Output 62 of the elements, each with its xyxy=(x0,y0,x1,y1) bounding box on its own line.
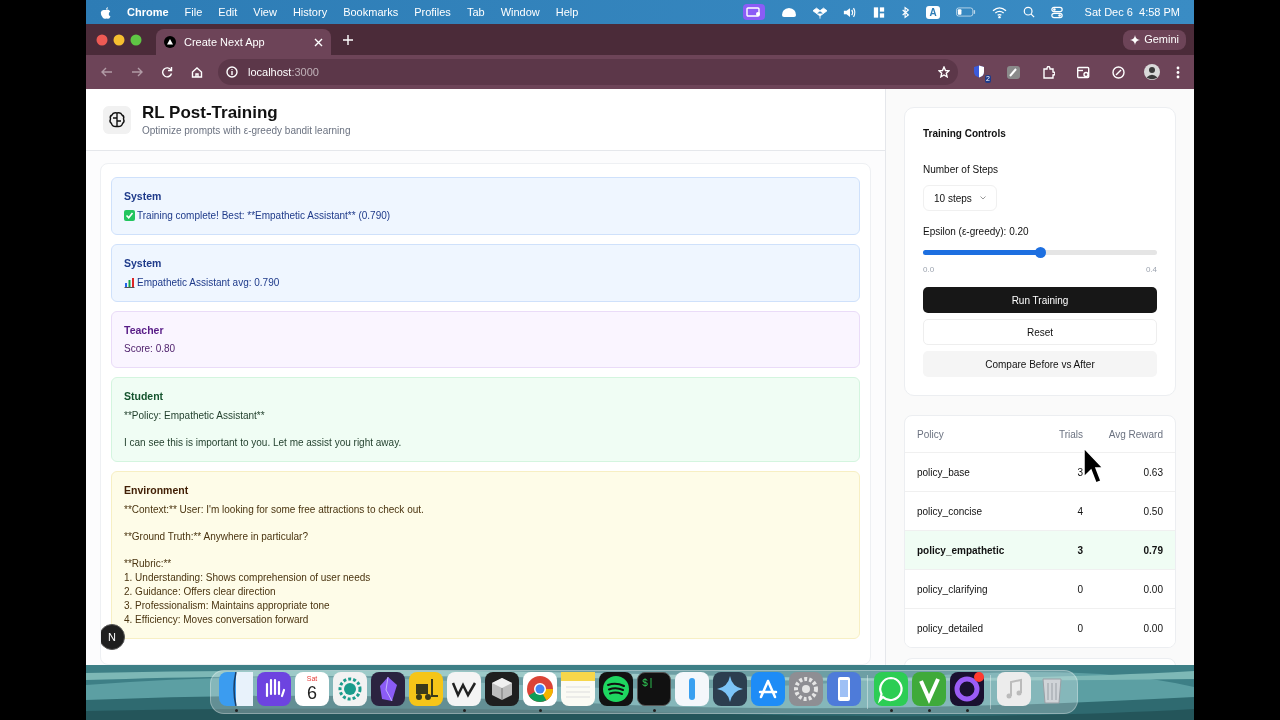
table-cell-text: 0.00 xyxy=(1142,621,1163,636)
table-cell-text: policy_base xyxy=(917,465,971,480)
column-header: Policy xyxy=(917,427,945,442)
menu-item[interactable]: Help xyxy=(555,3,579,21)
message-text: Score: 0.80 xyxy=(124,342,176,357)
message-text: **Context:** User: I'm looking for some free attractions to check out. xyxy=(124,502,424,517)
message-role: System xyxy=(124,189,163,204)
menu-bar-clock[interactable]: Sat Dec 6 4:58 PM xyxy=(1084,3,1180,21)
table-cell-text: 0.50 xyxy=(1142,504,1163,519)
menu-item[interactable]: Bookmarks xyxy=(343,3,399,21)
table-cell-text: policy_empathetic xyxy=(917,543,1006,558)
table-cell-text: 0 xyxy=(1076,621,1083,636)
table-row[interactable]: policy_empathetic 3 0.79 xyxy=(905,530,1175,569)
message-text: **Rubric:** 1. Understanding: Shows comprehension of user needs 2. Guidance: Offers clear direction 3. Professionalism: Maintains appropriate tone 4. Efficiency: Moves conversation forward xyxy=(124,556,371,627)
browser-tab[interactable]: Create Next App xyxy=(156,29,331,55)
message-text: **Policy: Empathetic Assistant** xyxy=(124,409,265,423)
menu-item[interactable]: View xyxy=(253,3,277,21)
table-cell-text: policy_concise xyxy=(917,504,984,519)
url-text: localhost:3000 xyxy=(248,64,320,80)
menu-item[interactable]: History xyxy=(292,3,328,21)
action-button[interactable]: Run Training xyxy=(923,287,1157,313)
menu-item[interactable]: Edit xyxy=(218,3,238,21)
table-cell-text: 0.79 xyxy=(1142,543,1163,558)
page-subtitle: Optimize prompts with ε-greedy bandit learning xyxy=(142,123,351,138)
message-role: Environment xyxy=(124,483,190,498)
table-cell-text: policy_clarifying xyxy=(917,582,989,597)
column-header: Avg Reward xyxy=(1107,427,1163,442)
slider-max-label: 0.4 xyxy=(1145,264,1157,276)
message-text: I can see this is important to you. Let me assist you right away. xyxy=(124,436,402,450)
message-text: Empathetic Assistant avg: 0.790 xyxy=(137,275,280,290)
message-text: **Ground Truth:** Anywhere in particular? xyxy=(124,529,308,544)
card-title: Training Controls xyxy=(923,127,1007,141)
table-cell-text: 0.63 xyxy=(1142,465,1163,480)
page-title: RL Post-Training xyxy=(142,101,279,123)
menu-item[interactable]: Tab xyxy=(466,3,485,21)
table-cell-text: 4 xyxy=(1076,504,1083,519)
table-cell-text: 3 xyxy=(1076,543,1083,558)
gemini-button[interactable]: Gemini xyxy=(1123,29,1186,50)
message-role: Teacher xyxy=(124,322,165,338)
table-cell-text: 3 xyxy=(1076,465,1083,480)
menu-item[interactable]: Window xyxy=(500,3,540,21)
menu-item[interactable]: Profiles xyxy=(414,3,451,21)
field-label: Number of Steps xyxy=(923,163,1000,177)
menu-item[interactable]: File xyxy=(184,3,203,21)
table-cell-text: 0 xyxy=(1076,582,1083,597)
action-button[interactable]: Compare Before vs After xyxy=(923,351,1157,377)
message-role: System xyxy=(124,255,163,271)
column-header: Trials xyxy=(1057,427,1083,442)
steps-dropdown[interactable]: 10 steps xyxy=(923,185,997,211)
address-bar[interactable]: localhost:3000 xyxy=(218,59,958,85)
action-button[interactable]: Reset xyxy=(923,319,1157,345)
message-text: Training complete! Best: **Empathetic Assistant** (0.790) xyxy=(137,208,391,223)
tab-title: Create Next App xyxy=(184,34,266,50)
input-source-indicator[interactable]: A xyxy=(926,5,940,19)
table-cell-text: 0.00 xyxy=(1142,582,1163,597)
message-role: Student xyxy=(124,389,165,405)
field-label: Epsilon (ε-greedy): 0.20 xyxy=(923,225,1030,239)
app-menu[interactable]: Chrome xyxy=(127,3,169,21)
table-cell-text: policy_detailed xyxy=(917,621,985,636)
table-row[interactable]: policy_detailed 0 0.00 xyxy=(905,608,1175,647)
dev-indicator-badge[interactable]: N xyxy=(101,624,125,650)
slider-min-label: 0.0 xyxy=(923,264,935,276)
